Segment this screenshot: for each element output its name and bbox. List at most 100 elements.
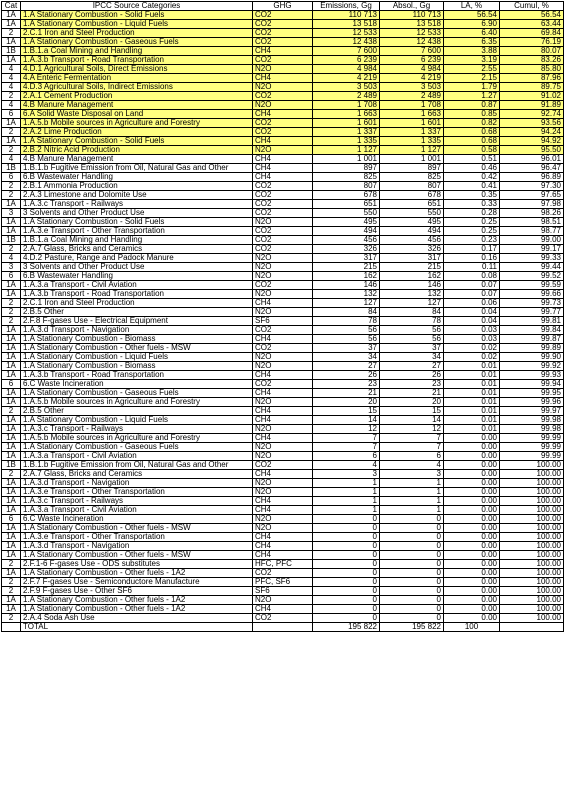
cell-ghg: CH4: [252, 46, 313, 56]
cell-cat: 1A: [1, 433, 21, 443]
cell-source-category: 6.B Wastewater Handling: [20, 172, 253, 182]
cell-absolute: 127: [379, 298, 444, 308]
cell-la: 0.00: [443, 460, 500, 470]
table-row: 6 6.A Solid Waste Disposal on Land CH4 1 66…: [1, 109, 564, 119]
cell-cat: 1A: [1, 136, 21, 146]
cell-cumul: 100.00: [499, 532, 564, 542]
cell-absolute: 12: [379, 424, 444, 434]
table-row: 4 4.D.3 Agricultural Soils, Indirect Emis…: [1, 82, 564, 92]
cell-la: 6.35: [443, 37, 500, 47]
table-row: 1A 1.A Stationary Combustion - Liquid Fue…: [1, 415, 564, 425]
cell-cumul: 83.26: [499, 55, 564, 65]
cell-la: 0.46: [443, 163, 500, 173]
cell-cat: 1A: [1, 532, 21, 542]
header-ghg: GHG: [252, 1, 313, 11]
cell-la: 2.15: [443, 73, 500, 83]
cell-source-category: 4.D.1 Agricultural Soils, Direct Emissio…: [20, 64, 253, 74]
cell-emissions: 56: [312, 334, 380, 344]
cell-cat: 6: [1, 109, 21, 119]
cell-emissions: 0: [312, 532, 380, 542]
table-row: 2 2.F.7 F-gases Use - Semiconductore Manu…: [1, 577, 564, 587]
cell-cat: 1A: [1, 397, 21, 407]
cell-emissions: 317: [312, 253, 380, 263]
cell-absolute: 6 239: [379, 55, 444, 65]
cell-absolute: 0: [379, 559, 444, 569]
cell-ghg: PFC, SF6: [252, 577, 313, 587]
cell-la: 0.00: [443, 442, 500, 452]
header-row: Cat IPCC Source Categories GHG Emissions…: [1, 1, 564, 11]
cell-absolute: 132: [379, 289, 444, 299]
cell-la: 0.68: [443, 136, 500, 146]
cell-cat: 1A: [1, 289, 21, 299]
cell-ghg: CO2: [252, 568, 313, 578]
cell-emissions: 807: [312, 181, 380, 191]
cell-la: 0.00: [443, 469, 500, 479]
cell-cumul: 100.00: [499, 541, 564, 551]
cell-emissions: 1 663: [312, 109, 380, 119]
cell-cumul: 99.84: [499, 325, 564, 335]
table-row: 1A 1.A.3.b Transport - Road Transportatio…: [1, 55, 564, 65]
table-row: 1A 1.A.3.e Transport - Other Transportati…: [1, 487, 564, 497]
cell-emissions: 0: [312, 559, 380, 569]
cell-cat: 2: [1, 307, 21, 317]
cell-absolute: 12 533: [379, 28, 444, 38]
cell-absolute: 456: [379, 235, 444, 245]
cell-source-category: 1.A.3.a Transport - Civil Aviation: [20, 451, 253, 461]
cell-absolute: 162: [379, 271, 444, 281]
cell-emissions: 0: [312, 550, 380, 560]
cell-source-category: 1.A.3.e Transport - Other Transportation: [20, 487, 253, 497]
cell-cumul: 99.73: [499, 298, 564, 308]
cell-emissions: 12: [312, 424, 380, 434]
header-cat: Cat: [1, 1, 21, 11]
cell-absolute: 326: [379, 244, 444, 254]
cell-cat: 1A: [1, 217, 21, 227]
cell-source-category: 2.A.3 Limestone and Dolomite Use: [20, 190, 253, 200]
cell-la: 3.19: [443, 55, 500, 65]
cell-cat: 6: [1, 514, 21, 524]
cell-source-category: 1.A.3.a Transport - Civil Aviation: [20, 280, 253, 290]
total-absolute: 195 822: [379, 622, 444, 632]
cell-cat: 2: [1, 145, 21, 155]
table-row: 1A 1.A.5.b Mobile sources in Agriculture …: [1, 397, 564, 407]
cell-emissions: 0: [312, 523, 380, 533]
cell-emissions: 34: [312, 352, 380, 362]
cell-la: 0.17: [443, 244, 500, 254]
cell-emissions: 4: [312, 460, 380, 470]
cell-ghg: CO2: [252, 280, 313, 290]
spreadsheet: Cat IPCC Source Categories GHG Emissions…: [1, 1, 564, 632]
cell-ghg: SF6: [252, 586, 313, 596]
table-row: 1A 1.A.5.b Mobile sources in Agriculture …: [1, 118, 564, 128]
cell-absolute: 0: [379, 550, 444, 560]
cell-emissions: 12 533: [312, 28, 380, 38]
cell-emissions: 56: [312, 325, 380, 335]
cell-ghg: CO2: [252, 10, 313, 20]
cell-absolute: 807: [379, 181, 444, 191]
cell-ghg: CH4: [252, 550, 313, 560]
cell-source-category: 6.C Waste Incineration: [20, 379, 253, 389]
cell-cumul: 99.90: [499, 352, 564, 362]
table-row: 2 2.A.2 Lime Production CO2 1 337 1 337 0.68 9…: [1, 127, 564, 137]
cell-emissions: 37: [312, 343, 380, 353]
cell-la: 0.35: [443, 190, 500, 200]
table-row: 4 4.A Enteric Fermentation CH4 4 219 4 219 2.…: [1, 73, 564, 83]
cell-source-category: 2.A.1 Cement Production: [20, 91, 253, 101]
cell-emissions: 0: [312, 604, 380, 614]
table-row: 6 6.C Waste Incineration CO2 23 23 0.01 99.94: [1, 379, 564, 389]
cell-cat: 1A: [1, 343, 21, 353]
cell-cat: 2: [1, 406, 21, 416]
cell-cat: 4: [1, 100, 21, 110]
cell-absolute: 825: [379, 172, 444, 182]
cell-la: 0.01: [443, 415, 500, 425]
cell-ghg: CH4: [252, 496, 313, 506]
cell-source-category: 1.B.1.b Fugitive Emission from Oil, Natu…: [20, 163, 253, 173]
cell-cumul: 99.99: [499, 451, 564, 461]
cell-cumul: 98.26: [499, 208, 564, 218]
cell-ghg: HFC, PFC: [252, 559, 313, 569]
cell-ghg: N2O: [252, 100, 313, 110]
cell-la: 0.51: [443, 154, 500, 164]
cell-ghg: CH4: [252, 604, 313, 614]
cell-ghg: CO2: [252, 37, 313, 47]
cell-cat: 1A: [1, 415, 21, 425]
cell-cumul: 100.00: [499, 496, 564, 506]
cell-absolute: 20: [379, 397, 444, 407]
